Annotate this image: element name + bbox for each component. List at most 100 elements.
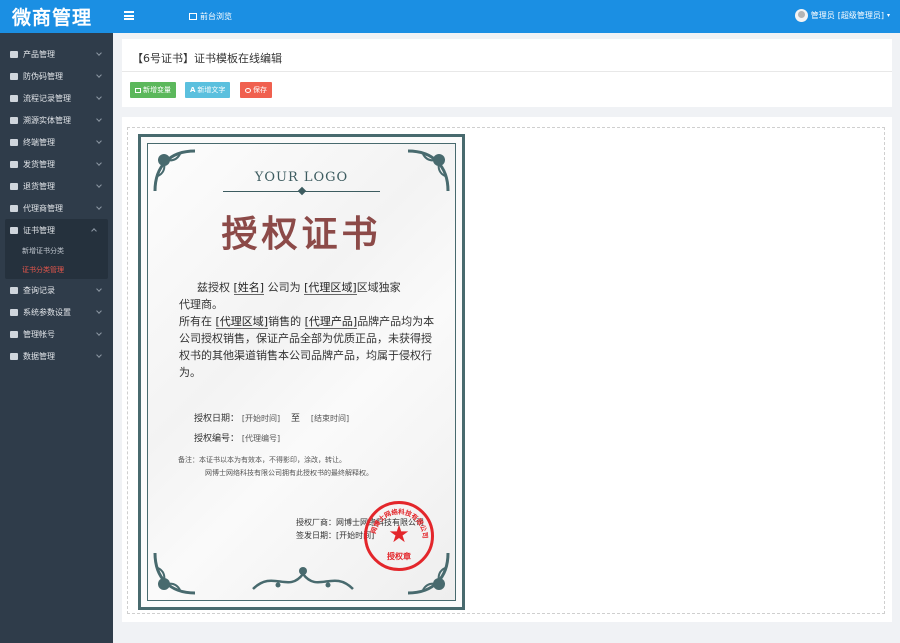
product-variable[interactable]: [代理产品]: [304, 315, 358, 329]
sidebar-item-4[interactable]: 数据管理: [0, 345, 113, 367]
chevron-down-icon: [96, 94, 102, 100]
sidebar-item-label: 证书管理: [23, 225, 55, 235]
end-date-variable[interactable]: [结束时间]: [311, 414, 349, 423]
sidebar-item-7[interactable]: 退货管理: [0, 175, 113, 197]
chevron-down-icon: [96, 72, 102, 78]
certificate-title[interactable]: 授权证书: [148, 205, 455, 257]
ornament-corner-icon: [153, 552, 196, 595]
body-text-segment: 公司为: [267, 281, 301, 294]
chevron-down-icon: [96, 116, 102, 122]
chevron-down-icon: [96, 50, 102, 56]
lock-icon: [10, 330, 18, 338]
sidebar-item-label: 终端管理: [23, 137, 55, 147]
certificate-body[interactable]: 兹授权 [姓名] 公司为 [代理区域]区域独家 代理商。 所有在 [代理区域]销…: [179, 279, 441, 381]
sidebar-item-1[interactable]: 查询记录: [0, 279, 113, 301]
sidebar-group-certificate: 证书管理 新增证书分类 证书分类管理: [5, 219, 108, 279]
editor-canvas-panel: YOUR LOGO 授权证书 兹授权 [姓名] 公司为 [代理区域]区域独家 代…: [122, 117, 892, 622]
user-role: [超级管理员]: [837, 11, 884, 20]
chevron-down-icon: [96, 160, 102, 166]
sidebar-item-5[interactable]: 终端管理: [0, 131, 113, 153]
seal-text: 授权章: [387, 552, 411, 561]
note-line: 网博士网络科技有限公司拥有此授权书的最终解释权。: [205, 469, 373, 477]
chevron-down-icon: [96, 308, 102, 314]
certificate-template[interactable]: YOUR LOGO 授权证书 兹授权 [姓名] 公司为 [代理区域]区域独家 代…: [138, 134, 465, 610]
button-label: 新增文字: [197, 86, 226, 94]
check-circle-icon: [245, 87, 251, 93]
sidebar-item-label: 代理商管理: [23, 203, 63, 213]
name-variable[interactable]: [姓名]: [233, 281, 265, 295]
body-text-segment: 销售的: [268, 315, 302, 328]
page-title: 【6号证书】证书模板在线编辑: [132, 52, 282, 65]
minus-circle-icon: [10, 182, 18, 190]
certificate-frame: YOUR LOGO 授权证书 兹授权 [姓名] 公司为 [代理区域]区域独家 代…: [147, 143, 456, 601]
chevron-down-icon: [96, 204, 102, 210]
sidebar-item-8[interactable]: 代理商管理: [0, 197, 113, 219]
sidebar-item-certificate[interactable]: 证书管理: [5, 219, 108, 241]
sidebar-item-label: 管理帐号: [23, 329, 55, 339]
user-menu[interactable]: 管理员 [超级管理员] ▾: [794, 9, 890, 22]
page-header: 【6号证书】证书模板在线编辑 新增变量 A 新增文字 保存: [122, 39, 892, 107]
certificate-dates: 授权日期： [开始时间] 至 [结束时间] 授权编号： [代理编号]: [194, 409, 349, 449]
list-icon: [10, 72, 18, 80]
sidebar-item-label: 查询记录: [23, 285, 55, 295]
sidebar-item-label: 发货管理: [23, 159, 55, 169]
chevron-up-icon: [91, 228, 97, 234]
sidebar-subitem-add-category[interactable]: 新增证书分类: [5, 241, 108, 260]
start-date-variable[interactable]: [开始时间]: [242, 414, 280, 423]
region-variable-2[interactable]: [代理区域]: [215, 315, 269, 329]
body-text-segment: 区域独家: [356, 281, 401, 294]
sidebar-item-3[interactable]: 管理帐号: [0, 323, 113, 345]
note-line: 备注：本证书以本为有效本，不得影印，涂改，转让。: [178, 456, 346, 464]
search-icon: [10, 286, 18, 294]
edit-icon: [10, 50, 18, 58]
save-button[interactable]: 保存: [240, 82, 272, 98]
top-bar: 微商管理 前台浏览 管理员 [超级管理员] ▾: [0, 0, 900, 33]
home-link-label: 前台浏览: [200, 12, 232, 21]
grid-icon: [10, 138, 18, 146]
date-separator: 至: [291, 414, 301, 424]
add-variable-button[interactable]: 新增变量: [130, 82, 176, 98]
body-text-segment: 兹授权: [197, 281, 230, 294]
chevron-down-icon: [96, 286, 102, 292]
chevron-down-icon: [96, 352, 102, 358]
sidebar-item-3[interactable]: 流程记录管理: [0, 87, 113, 109]
sidebar-item-label: 产品管理: [23, 49, 55, 59]
sidebar-item-label: 数据管理: [23, 351, 55, 361]
body-text-segment: 代理商。: [179, 298, 223, 311]
certificate-icon: [10, 226, 18, 234]
caret-down-icon: ▾: [886, 12, 890, 19]
sidebar-subitem-category-manage[interactable]: 证书分类管理: [5, 260, 108, 279]
sidebar-item-6[interactable]: 发货管理: [0, 153, 113, 175]
chevron-down-icon: [96, 330, 102, 336]
home-link[interactable]: 前台浏览: [189, 11, 232, 22]
truck-icon: [10, 160, 18, 168]
sidebar-item-label: 系统参数设置: [23, 307, 71, 317]
certificate-note[interactable]: 备注：本证书以本为有效本，不得影印，涂改，转让。 网博士网络科技有限公司拥有此授…: [178, 454, 438, 480]
font-icon: A: [190, 86, 196, 94]
button-label: 新增变量: [143, 86, 171, 94]
code-variable[interactable]: [代理编号]: [242, 434, 280, 443]
add-text-button[interactable]: A 新增文字: [185, 82, 231, 98]
sidebar-item-2[interactable]: 系统参数设置: [0, 301, 113, 323]
tags-icon: [10, 94, 18, 102]
bottom-ornament-icon: [252, 567, 354, 590]
region-variable[interactable]: [代理区域]: [304, 281, 357, 295]
sidebar-item-label: 退货管理: [23, 181, 55, 191]
avatar: [794, 9, 808, 22]
sidebar-item-2[interactable]: 防伪码管理: [0, 65, 113, 87]
official-seal[interactable]: 网博士网络科技有限公司 ★ 授权章: [364, 501, 434, 571]
sidebar-item-4[interactable]: 溯源实体管理: [0, 109, 113, 131]
chevron-down-icon: [96, 182, 102, 188]
divider: [122, 71, 892, 72]
sidebar-item-1[interactable]: 产品管理: [0, 43, 113, 65]
certificate-logo[interactable]: YOUR LOGO: [148, 170, 455, 185]
wrench-icon: [10, 308, 18, 316]
sidebar: 产品管理防伪码管理流程记录管理 溯源实体管理 终端管理发货管理退货管理代理商管理 证…: [0, 33, 113, 643]
button-label: 保存: [253, 86, 267, 94]
image-icon: [135, 87, 141, 93]
app-logo[interactable]: 微商管理: [0, 0, 113, 33]
star-icon: ★: [388, 520, 410, 548]
sidebar-item-label: 流程记录管理: [23, 93, 71, 103]
sidebar-item-label: 溯源实体管理: [23, 115, 71, 125]
menu-toggle-icon[interactable]: [124, 11, 134, 20]
